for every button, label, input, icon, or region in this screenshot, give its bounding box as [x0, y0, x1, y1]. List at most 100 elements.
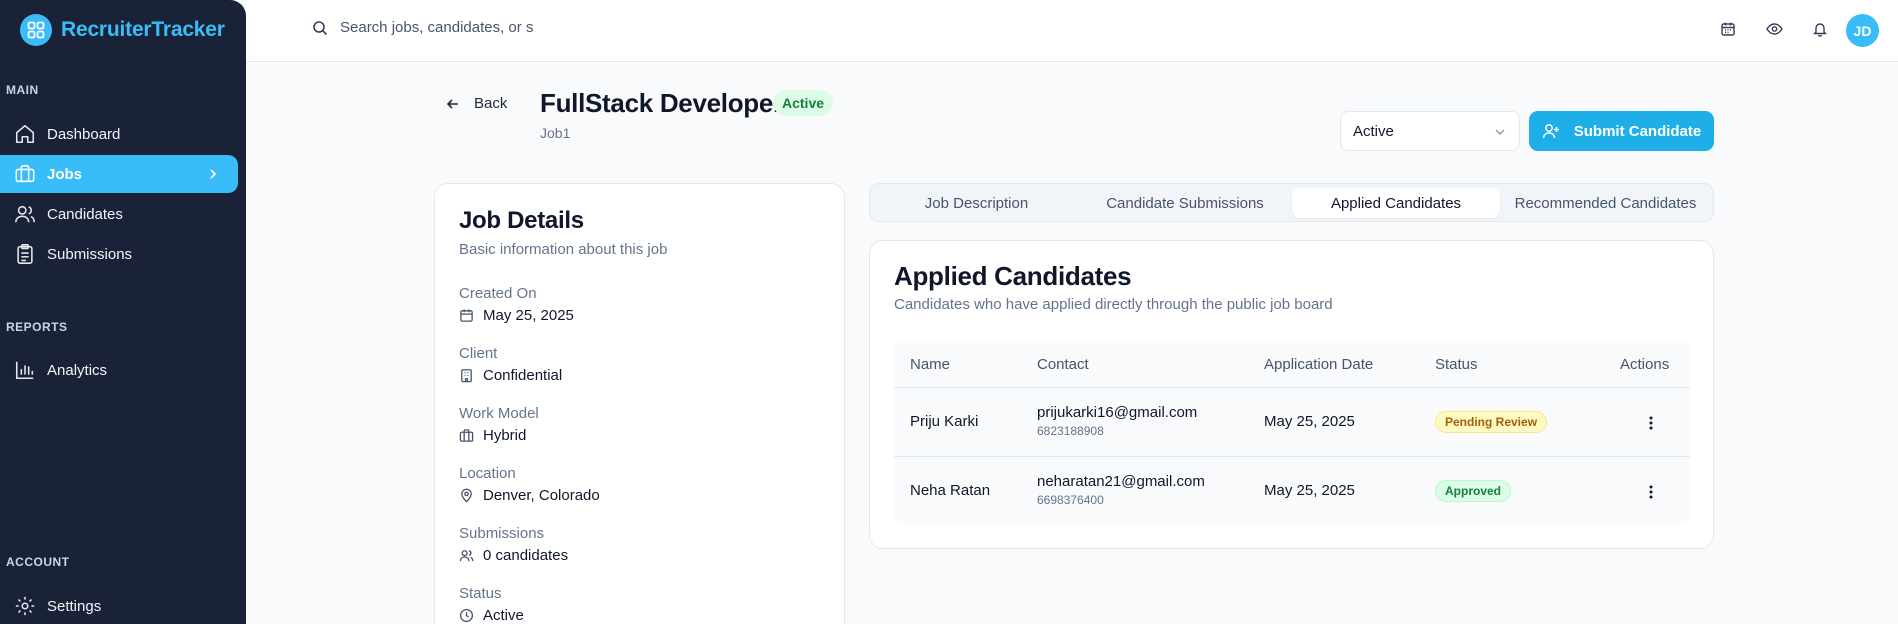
field-label-submissions: Submissions — [459, 525, 545, 542]
avatar[interactable]: JD — [1846, 14, 1879, 47]
candidate-email: neharatan21@gmail.com — [1037, 473, 1205, 490]
bar-chart-icon — [14, 359, 36, 381]
status-badge: Pending Review — [1435, 411, 1548, 433]
clock-icon — [459, 608, 474, 623]
sidebar-item-submissions[interactable]: Submissions — [0, 235, 238, 273]
app-name: RecruiterTracker — [61, 18, 225, 41]
field-label-client: Client — [459, 345, 498, 362]
sidebar-item-analytics[interactable]: Analytics — [0, 351, 238, 389]
tab-recommended-candidates[interactable]: Recommended Candidates — [1502, 188, 1709, 218]
arrow-left-icon — [446, 97, 460, 111]
field-value-text: Active — [483, 607, 524, 624]
clipboard-icon — [14, 243, 36, 265]
section-description: Candidates who have applied directly thr… — [894, 296, 1333, 313]
candidate-phone: 6823188908 — [1037, 424, 1104, 438]
users-icon — [459, 548, 474, 563]
field-value-status: Active — [459, 607, 524, 624]
calendar-icon[interactable] — [1720, 21, 1738, 39]
sidebar-item-settings[interactable]: Settings — [0, 587, 238, 624]
sidebar-item-label: Analytics — [47, 361, 108, 379]
submit-candidate-label: Submit Candidate — [1573, 122, 1702, 140]
applied-candidates-card: Applied Candidates Candidates who have a… — [869, 240, 1714, 549]
field-value-text: Confidential — [483, 367, 563, 384]
field-value-client: Confidential — [459, 367, 562, 384]
field-value-text: May 25, 2025 — [483, 307, 574, 324]
sidebar-item-label: Candidates — [47, 205, 123, 223]
field-value-location: Denver, Colorado — [459, 487, 600, 504]
users-icon — [14, 203, 36, 225]
column-header-actions: Actions — [1620, 356, 1670, 373]
field-value-created-on: May 25, 2025 — [459, 307, 574, 324]
status-select-value: Active — [1353, 122, 1394, 140]
page-title: FullStack Developer — [540, 88, 783, 118]
field-value-text: 0 candidates — [483, 547, 569, 564]
card-title: Job Details — [459, 207, 584, 234]
search-bar[interactable] — [312, 19, 540, 36]
tab-job-description[interactable]: Job Description — [874, 188, 1079, 218]
field-label-location: Location — [459, 465, 516, 482]
status-badge: Approved — [1435, 480, 1512, 502]
job-id: Job1 — [540, 125, 571, 141]
column-header-status: Status — [1435, 356, 1478, 373]
top-bar: JD — [246, 0, 1898, 62]
field-value-work-model: Hybrid — [459, 427, 526, 444]
section-label-account: ACCOUNT — [6, 555, 70, 569]
sidebar-item-label: Submissions — [47, 245, 133, 263]
gear-icon — [14, 595, 36, 617]
home-icon — [14, 123, 36, 145]
column-header-contact: Contact — [1037, 356, 1089, 373]
field-label-status: Status — [459, 585, 502, 602]
table-row[interactable]: Priju Karki prijukarki16@gmail.com 68231… — [894, 387, 1690, 456]
more-vertical-icon[interactable] — [1641, 482, 1661, 502]
brand[interactable]: RecruiterTracker — [20, 14, 225, 46]
table-row[interactable]: Neha Ratan neharatan21@gmail.com 6698376… — [894, 456, 1690, 524]
section-label-main: MAIN — [6, 83, 39, 97]
grid-logo-icon — [20, 14, 52, 46]
back-label: Back — [474, 95, 508, 112]
tab-candidate-submissions[interactable]: Candidate Submissions — [1082, 188, 1288, 218]
back-button[interactable]: Back — [446, 95, 507, 112]
candidate-phone: 6698376400 — [1037, 493, 1104, 507]
sidebar-item-label: Settings — [47, 597, 102, 615]
search-input[interactable] — [340, 19, 540, 36]
candidate-name: Priju Karki — [910, 413, 979, 430]
card-description: Basic information about this job — [459, 241, 668, 258]
tab-list: Job Description Candidate Submissions Ap… — [869, 183, 1714, 222]
chevron-down-icon — [1493, 125, 1507, 139]
sidebar-item-label: Dashboard — [47, 125, 121, 143]
sidebar-item-dashboard[interactable]: Dashboard — [0, 115, 238, 153]
sidebar: RecruiterTracker MAIN Dashboard Jobs Can… — [0, 0, 246, 624]
briefcase-icon — [14, 163, 36, 185]
field-value-text: Denver, Colorado — [483, 487, 600, 504]
search-icon — [312, 20, 328, 36]
submit-candidate-button[interactable]: Submit Candidate — [1529, 111, 1714, 151]
status-select[interactable]: Active — [1340, 111, 1520, 151]
candidate-email: prijukarki16@gmail.com — [1037, 404, 1198, 421]
field-value-text: Hybrid — [483, 427, 527, 444]
field-label-work-model: Work Model — [459, 405, 539, 422]
application-date: May 25, 2025 — [1264, 413, 1355, 430]
sidebar-item-label: Jobs — [47, 165, 83, 183]
briefcase-icon — [459, 428, 474, 443]
section-title: Applied Candidates — [894, 261, 1132, 291]
field-label-created-on: Created On — [459, 285, 537, 302]
application-date: May 25, 2025 — [1264, 482, 1355, 499]
candidate-name: Neha Ratan — [910, 482, 991, 499]
map-pin-icon — [459, 488, 474, 503]
tab-applied-candidates[interactable]: Applied Candidates — [1292, 188, 1500, 218]
sidebar-item-candidates[interactable]: Candidates — [0, 195, 238, 233]
user-plus-icon — [1542, 122, 1560, 140]
column-header-name: Name — [910, 356, 951, 373]
sidebar-item-jobs[interactable]: Jobs — [0, 155, 238, 193]
job-details-card: Job Details Basic information about this… — [434, 183, 845, 624]
field-value-submissions: 0 candidates — [459, 547, 568, 564]
bell-icon[interactable] — [1812, 21, 1830, 39]
section-label-reports: REPORTS — [6, 320, 68, 334]
calendar-icon — [459, 308, 474, 323]
column-header-application-date: Application Date — [1264, 356, 1374, 373]
more-vertical-icon[interactable] — [1641, 413, 1661, 433]
candidates-table: Name Contact Application Date Status Act… — [894, 341, 1690, 524]
status-badge: Active — [773, 90, 834, 116]
eye-icon[interactable] — [1766, 21, 1784, 39]
chevron-right-icon — [206, 167, 220, 181]
